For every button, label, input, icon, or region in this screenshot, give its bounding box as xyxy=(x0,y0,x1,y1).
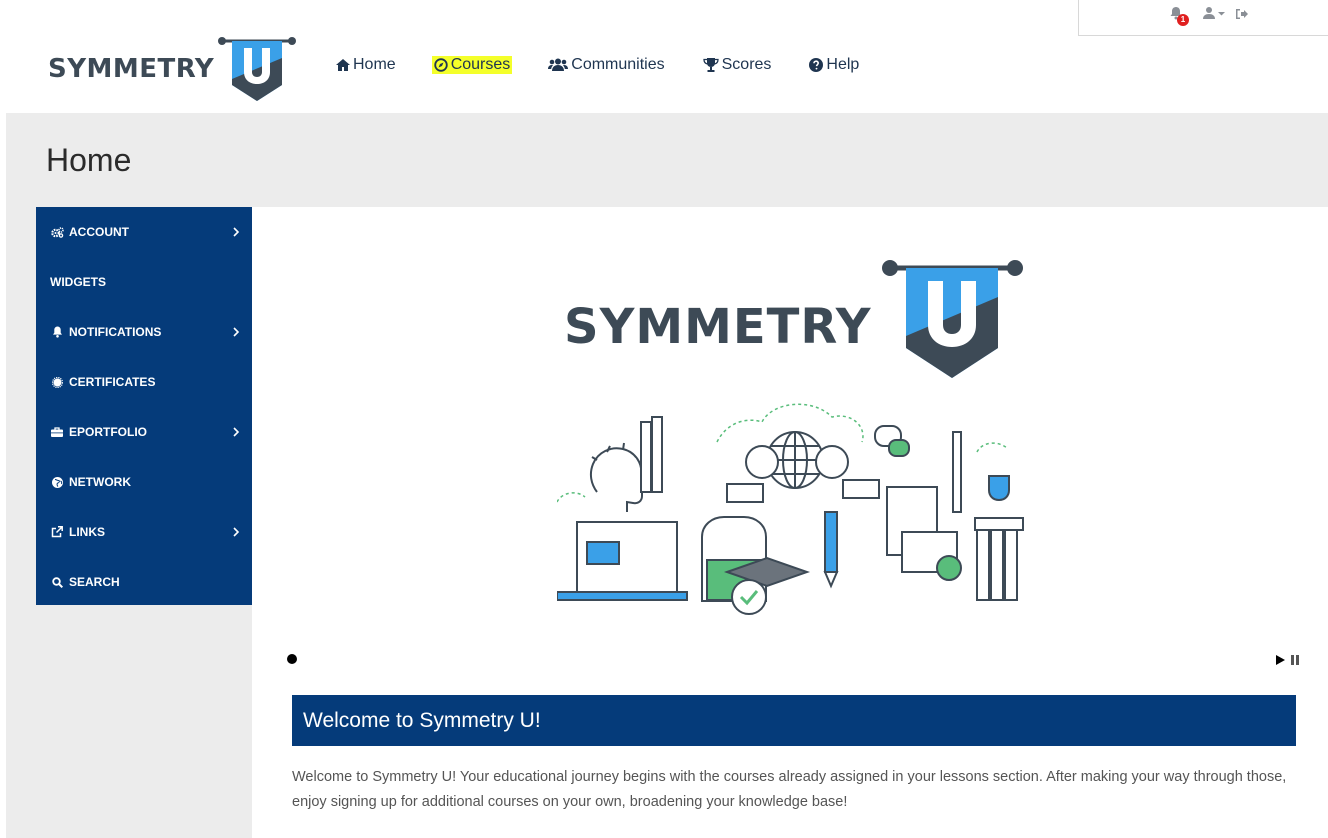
notification-count-badge: 1 xyxy=(1177,14,1189,26)
chevron-right-icon xyxy=(233,327,240,337)
user-menu-button[interactable] xyxy=(1203,6,1229,22)
nav-help-label: Help xyxy=(826,56,860,73)
sign-out-icon xyxy=(1236,9,1248,19)
briefcase-icon xyxy=(51,427,63,437)
sidebar-item-label: NOTIFICATIONS xyxy=(69,325,162,339)
logo-text: SYMMETRY xyxy=(48,54,215,84)
sidebar: ACCOUNT WIDGETS NOTIFICATIONS CERTIFICAT… xyxy=(36,207,252,605)
chevron-right-icon xyxy=(233,527,240,537)
pause-icon xyxy=(1291,655,1299,665)
sidebar-item-label: SEARCH xyxy=(69,575,120,589)
sidebar-item-label: CERTIFICATES xyxy=(69,375,156,389)
question-circle-icon xyxy=(809,58,824,72)
certificate-icon xyxy=(51,376,63,388)
welcome-heading-bar: Welcome to Symmetry U! xyxy=(292,695,1296,746)
sidebar-item-search[interactable]: SEARCH xyxy=(36,557,252,607)
page-title: Home xyxy=(46,142,132,178)
logout-button[interactable] xyxy=(1235,7,1249,21)
nav-communities[interactable]: Communities xyxy=(548,56,665,74)
sidebar-item-widgets[interactable]: WIDGETS xyxy=(36,257,252,307)
nav-scores[interactable]: Scores xyxy=(702,56,772,74)
nav-scores-label: Scores xyxy=(721,56,772,73)
search-icon xyxy=(51,576,63,588)
welcome-heading: Welcome to Symmetry U! xyxy=(303,709,541,732)
play-icon xyxy=(1276,655,1285,665)
compass-icon xyxy=(433,58,448,72)
hero-logo-u-banner-icon xyxy=(882,260,1023,378)
sidebar-item-label: NETWORK xyxy=(69,475,131,489)
sidebar-item-label: WIDGETS xyxy=(50,275,106,289)
users-icon xyxy=(548,58,569,71)
cogs-icon xyxy=(50,226,64,238)
nav-communities-label: Communities xyxy=(571,56,665,73)
chevron-right-icon xyxy=(233,227,240,237)
welcome-text: Welcome to Symmetry U! Your educational … xyxy=(292,769,1287,810)
main-navigation: Home Courses Communities Scores Help xyxy=(336,54,897,76)
sidebar-item-links[interactable]: LINKS xyxy=(36,507,252,557)
slide-indicator-dot[interactable] xyxy=(287,654,297,664)
bell-icon xyxy=(52,326,62,338)
sidebar-item-label: LINKS xyxy=(69,525,105,539)
education-illustration xyxy=(557,403,1024,615)
main-content: SYMMETRY Welcome to Symmetry U! Welcome … xyxy=(252,207,1328,838)
sidebar-item-label: EPORTFOLIO xyxy=(69,425,147,439)
nav-home[interactable]: Home xyxy=(336,56,396,74)
sidebar-item-certificates[interactable]: CERTIFICATES xyxy=(36,357,252,407)
site-logo[interactable]: SYMMETRY xyxy=(48,34,298,106)
nav-help[interactable]: Help xyxy=(809,56,859,74)
logo-u-banner-icon xyxy=(218,37,296,101)
hero-slideshow: SYMMETRY xyxy=(552,247,1032,617)
slideshow-controls[interactable] xyxy=(1274,653,1304,665)
sidebar-item-label: ACCOUNT xyxy=(69,225,129,239)
chevron-right-icon xyxy=(233,427,240,437)
nav-courses-label: Courses xyxy=(450,56,511,73)
trophy-icon xyxy=(702,58,719,72)
user-toolbar: 1 xyxy=(1078,0,1328,36)
user-dropdown-icon xyxy=(1203,7,1225,19)
external-link-icon xyxy=(51,526,63,538)
home-icon xyxy=(336,59,350,71)
nav-courses[interactable]: Courses xyxy=(431,56,513,74)
sidebar-item-notifications[interactable]: NOTIFICATIONS xyxy=(36,307,252,357)
sidebar-item-account[interactable]: ACCOUNT xyxy=(36,207,252,257)
notifications-button[interactable]: 1 xyxy=(1169,6,1189,26)
sidebar-item-network[interactable]: NETWORK xyxy=(36,457,252,507)
hero-logo-text: SYMMETRY xyxy=(564,299,872,355)
globe-icon xyxy=(51,476,63,488)
sidebar-item-eportfolio[interactable]: EPORTFOLIO xyxy=(36,407,252,457)
nav-home-label: Home xyxy=(353,56,396,73)
